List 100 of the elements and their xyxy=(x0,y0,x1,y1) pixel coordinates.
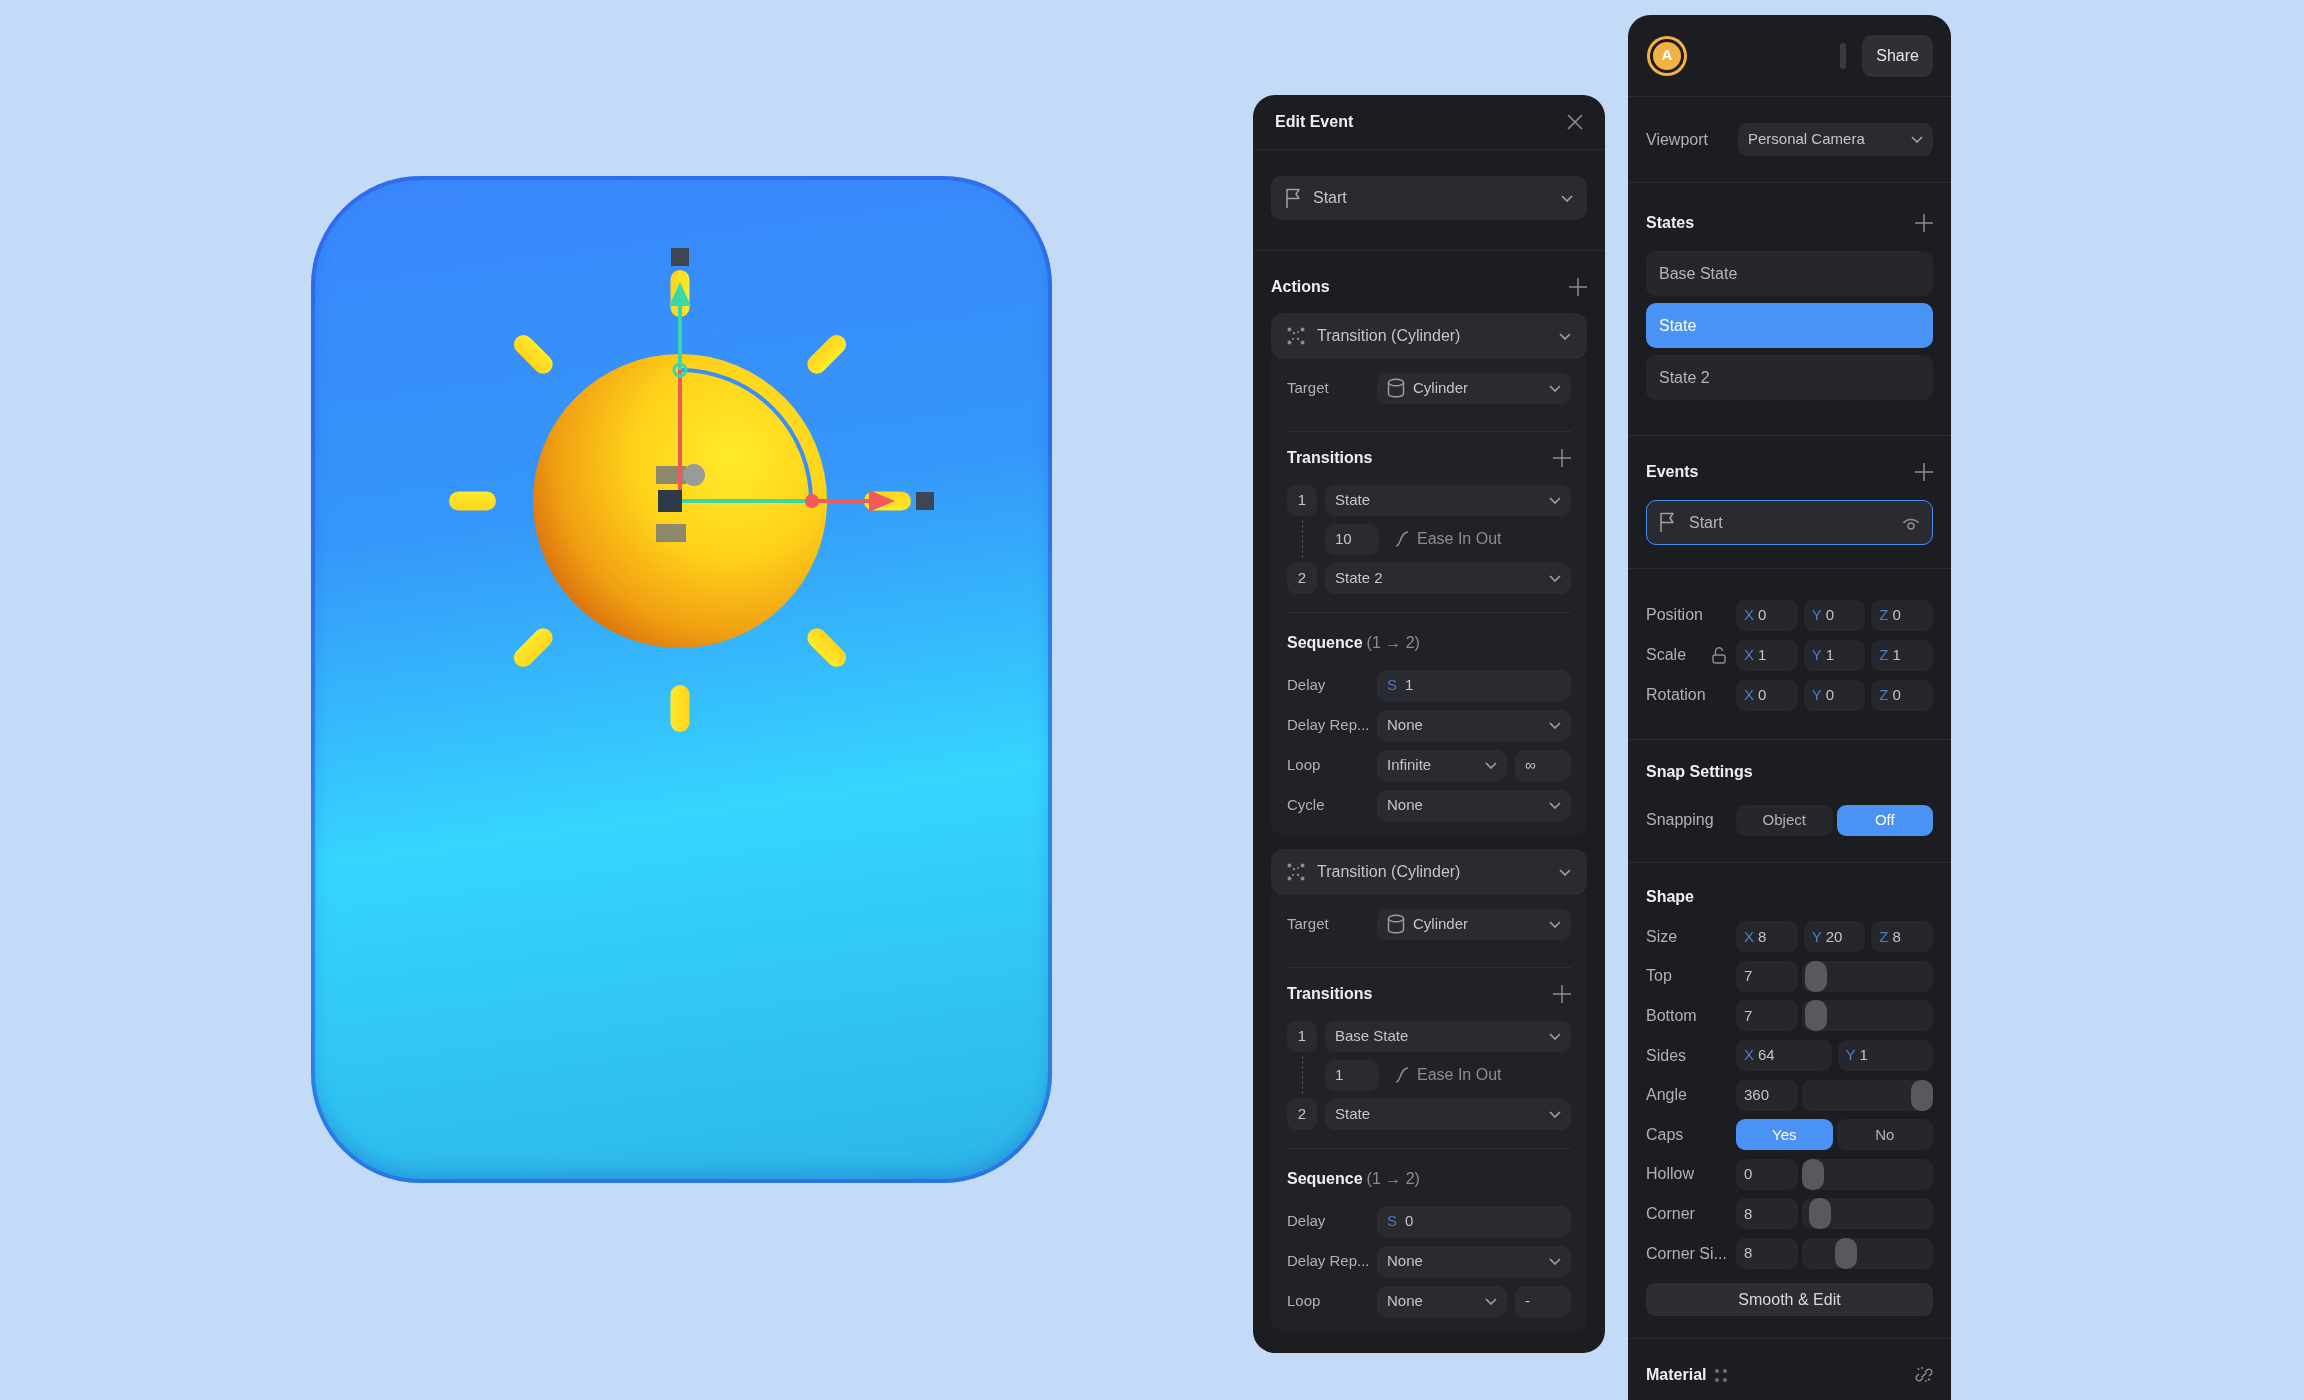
slider-thumb[interactable] xyxy=(1802,1158,1824,1190)
section-title: Material xyxy=(1646,1365,1707,1386)
field-label: Delay Rep... xyxy=(1287,1250,1369,1271)
loop-count-field[interactable]: ∞ xyxy=(1515,749,1571,781)
number-field[interactable]: 8 xyxy=(1736,1238,1798,1270)
number-field[interactable]: X 1 xyxy=(1736,639,1798,671)
step-number: 2 xyxy=(1287,562,1317,594)
state-dropdown[interactable]: State xyxy=(1325,484,1571,516)
grip-dots-icon xyxy=(1714,1367,1729,1383)
field-label: Target xyxy=(1287,913,1330,934)
plus-icon[interactable] xyxy=(1553,985,1571,1003)
slider-thumb[interactable] xyxy=(1834,1238,1857,1270)
flag-icon xyxy=(1285,187,1301,209)
field-label: Top xyxy=(1646,966,1672,987)
toggle-option[interactable]: Object xyxy=(1736,804,1833,836)
curve-icon xyxy=(1395,1067,1409,1083)
viewport-dropdown[interactable]: Personal Camera xyxy=(1738,123,1933,156)
plus-icon[interactable] xyxy=(1553,449,1571,467)
slider-track[interactable] xyxy=(1802,1000,1933,1032)
slider-track[interactable] xyxy=(1802,1238,1933,1270)
number-field[interactable]: Y 20 xyxy=(1803,921,1866,953)
loop-dropdown[interactable]: Infinite xyxy=(1377,749,1507,781)
close-icon[interactable] xyxy=(1567,114,1583,130)
toggle-option[interactable]: No xyxy=(1836,1119,1933,1151)
delay-field[interactable]: S 0 xyxy=(1377,1205,1571,1237)
unlink-icon[interactable] xyxy=(1915,1366,1933,1385)
chevron-icon xyxy=(1549,801,1561,809)
chevron-icon xyxy=(1549,1257,1561,1265)
share-button[interactable]: Share xyxy=(1862,34,1933,77)
field-label: Position xyxy=(1646,605,1703,625)
chevron-icon xyxy=(1911,136,1923,143)
slider-thumb[interactable] xyxy=(1808,1198,1831,1230)
slider-track[interactable] xyxy=(1802,1158,1933,1190)
number-field[interactable]: X 8 xyxy=(1736,921,1798,953)
slider-thumb[interactable] xyxy=(1805,1000,1828,1032)
event-item[interactable]: Start xyxy=(1646,500,1933,545)
option-dropdown[interactable]: None xyxy=(1377,1245,1571,1277)
slider-track[interactable] xyxy=(1802,960,1933,992)
plus-icon[interactable] xyxy=(1915,463,1933,481)
section-title: Shape xyxy=(1646,887,1695,907)
number-field[interactable]: Z 0 xyxy=(1871,599,1933,631)
number-field[interactable]: Y 1 xyxy=(1837,1040,1933,1072)
loop-dropdown[interactable]: None xyxy=(1377,1285,1507,1317)
number-field[interactable]: 7 xyxy=(1736,960,1798,992)
delay-field[interactable]: S 1 xyxy=(1377,669,1571,701)
state-dropdown[interactable]: State 2 xyxy=(1325,562,1571,594)
option-dropdown[interactable]: None xyxy=(1377,789,1571,821)
cylinder-icon xyxy=(1387,378,1405,398)
smooth-edit-button[interactable]: Smooth & Edit xyxy=(1646,1283,1933,1317)
state-item[interactable]: Base State xyxy=(1646,251,1933,296)
chevron-icon xyxy=(1559,332,1571,340)
number-field[interactable]: X 64 xyxy=(1736,1040,1832,1072)
step-number: 1 xyxy=(1287,1020,1317,1052)
field-label: Sides xyxy=(1646,1045,1687,1066)
number-field[interactable]: Y 0 xyxy=(1803,679,1866,711)
target-dropdown[interactable]: Cylinder xyxy=(1377,908,1571,940)
option-dropdown[interactable]: None xyxy=(1377,709,1571,741)
action-header[interactable]: Transition (Cylinder) xyxy=(1271,849,1587,895)
state-dropdown[interactable]: Base State xyxy=(1325,1020,1571,1052)
section-title: Transitions xyxy=(1287,984,1373,1004)
number-field[interactable]: Y 1 xyxy=(1803,639,1866,671)
section-title: Actions xyxy=(1271,277,1330,297)
field-label: Size xyxy=(1646,926,1678,947)
number-field[interactable]: Z 1 xyxy=(1871,639,1933,671)
slider-track[interactable] xyxy=(1802,1198,1933,1230)
chevron-icon xyxy=(1549,384,1561,392)
trigger-dropdown[interactable]: Start xyxy=(1271,176,1587,220)
field-label: Corner Si... xyxy=(1646,1243,1727,1264)
slider-thumb[interactable] xyxy=(1911,1079,1933,1111)
number-field[interactable]: Z 0 xyxy=(1871,679,1933,711)
duration-field[interactable]: 1 xyxy=(1325,1059,1379,1091)
state-dropdown[interactable]: State xyxy=(1325,1098,1571,1130)
sequence-range: (1 → 2) xyxy=(1366,633,1420,653)
field-label: Angle xyxy=(1646,1085,1687,1106)
transform-gizmo-drawing[interactable] xyxy=(656,248,934,542)
loop-count-field[interactable]: - xyxy=(1515,1285,1571,1317)
field-label: Rotation xyxy=(1646,685,1706,705)
action-header[interactable]: Transition (Cylinder) xyxy=(1271,313,1587,359)
slider-track[interactable] xyxy=(1802,1079,1933,1111)
section-title: Transitions xyxy=(1287,448,1373,468)
plus-icon[interactable] xyxy=(1915,214,1933,232)
duration-field[interactable]: 10 xyxy=(1325,523,1379,555)
plus-icon[interactable] xyxy=(1569,278,1587,296)
chevron-icon xyxy=(1549,1032,1561,1040)
number-field[interactable]: 0 xyxy=(1736,1158,1798,1190)
number-field[interactable]: 8 xyxy=(1736,1198,1798,1230)
state-item[interactable]: State 2 xyxy=(1646,355,1933,400)
number-field[interactable]: 360 xyxy=(1736,1079,1798,1111)
slider-thumb[interactable] xyxy=(1805,960,1828,992)
section-title: States xyxy=(1646,213,1695,233)
curve-icon xyxy=(1395,531,1409,547)
target-dropdown[interactable]: Cylinder xyxy=(1377,372,1571,404)
number-field[interactable]: Z 8 xyxy=(1871,921,1933,953)
number-field[interactable]: 7 xyxy=(1736,1000,1798,1032)
field-label: Target xyxy=(1287,377,1330,398)
drag-handle[interactable] xyxy=(1840,42,1847,69)
number-field[interactable]: X 0 xyxy=(1736,599,1798,631)
number-field[interactable]: X 0 xyxy=(1736,679,1798,711)
number-field[interactable]: Y 0 xyxy=(1803,599,1866,631)
field-label: Hollow xyxy=(1646,1164,1694,1185)
